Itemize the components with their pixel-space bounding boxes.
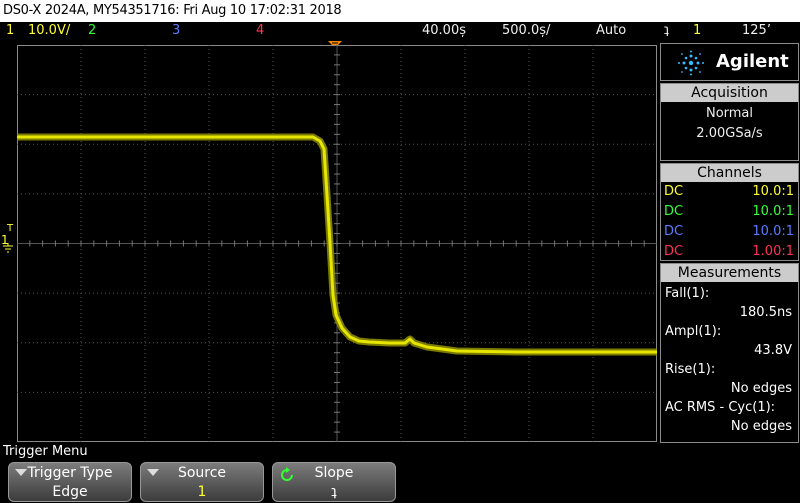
trigger-mode[interactable]: Auto — [596, 23, 626, 38]
ch2-probe: 10.0:1 — [752, 204, 794, 219]
ch2-number[interactable]: 2 — [88, 23, 96, 38]
channel-row-1: DC 10.0:1 — [661, 182, 798, 202]
trigger-slope-icon: ʇ — [664, 23, 670, 38]
trigger-type-softkey[interactable]: Trigger Type Edge — [8, 462, 132, 502]
softkey-value: Edge — [52, 484, 88, 500]
window-title: DS0-X 2024A, MY54351716: Fri Aug 10 17:0… — [3, 3, 342, 18]
brand-panel: Agilent — [660, 43, 799, 81]
horizontal-delay[interactable]: 40.00ș — [422, 23, 466, 38]
ch1-ground-marker[interactable]: T 1 — [0, 223, 17, 253]
ch1-number[interactable]: 1 — [6, 23, 14, 38]
ch2-coupling: DC — [664, 204, 684, 219]
softkey-label: Source — [177, 465, 227, 481]
slope-softkey[interactable]: Slope ʇ — [272, 462, 396, 502]
menu-title: Trigger Menu — [3, 444, 88, 459]
acquisition-header: Acquisition — [661, 84, 798, 102]
ch4-probe: 1.00:1 — [752, 244, 794, 259]
source-softkey[interactable]: Source 1 — [140, 462, 264, 502]
ch1-scale[interactable]: 10.0V/ — [28, 23, 70, 38]
side-panel: Agilent Acquisition Normal 2.00GSa/s Cha… — [660, 43, 800, 443]
channels-header: Channels — [661, 164, 798, 182]
measurement-label: AC RMS - Cyc(1): — [665, 400, 776, 415]
ch1-coupling: DC — [664, 184, 684, 199]
brand-name: Agilent — [716, 51, 789, 72]
softkey-label: Slope — [314, 465, 354, 481]
trigger-level[interactable]: 125’ — [742, 23, 771, 38]
measurement-label: Ampl(1): — [665, 324, 722, 339]
ch3-number[interactable]: 3 — [172, 23, 180, 38]
measurement-value: 43.8V — [754, 343, 792, 358]
status-bar: 1 10.0V/ 2 3 4 40.00ș 500.0ș/ Auto ʇ 1 1… — [0, 22, 800, 41]
waveform-display[interactable] — [17, 45, 657, 442]
channel-row-2: DC 10.0:1 — [661, 202, 798, 222]
ground-icon — [3, 243, 13, 253]
channels-panel: Channels DC 10.0:1 DC 10.0:1 DC 10.0:1 D… — [660, 163, 799, 261]
softkey-value: 1 — [197, 484, 207, 500]
measurement-value: No edges — [730, 419, 792, 434]
channel-row-3: DC 10.0:1 — [661, 222, 798, 242]
ch1-probe: 10.0:1 — [752, 184, 794, 199]
softkey-label: Trigger Type — [27, 465, 113, 481]
measurements-panel: Measurements Fall(1): 180.5ns Ampl(1): 4… — [660, 263, 799, 443]
measurements-header: Measurements — [661, 264, 798, 282]
ch3-coupling: DC — [664, 224, 684, 239]
acquisition-panel: Acquisition Normal 2.00GSa/s — [660, 83, 799, 161]
measurement-value: No edges — [730, 381, 792, 396]
title-bar: DS0-X 2024A, MY54351716: Fri Aug 10 17:0… — [0, 0, 800, 22]
softkey-value: ʇ — [331, 484, 337, 500]
timebase-scale[interactable]: 500.0ș/ — [502, 23, 550, 38]
ch4-number[interactable]: 4 — [256, 23, 264, 38]
channel-row-4: DC 1.00:1 — [661, 242, 798, 262]
measurement-label: Rise(1): — [665, 362, 716, 377]
measurement-label: Fall(1): — [665, 286, 710, 301]
agilent-spark-icon — [678, 50, 704, 76]
ch3-probe: 10.0:1 — [752, 224, 794, 239]
ch4-coupling: DC — [664, 244, 684, 259]
acquisition-mode: Normal — [705, 106, 754, 121]
sample-rate: 2.00GSa/s — [696, 126, 763, 141]
trigger-source[interactable]: 1 — [693, 23, 701, 38]
measurement-value: 180.5ns — [739, 305, 792, 320]
